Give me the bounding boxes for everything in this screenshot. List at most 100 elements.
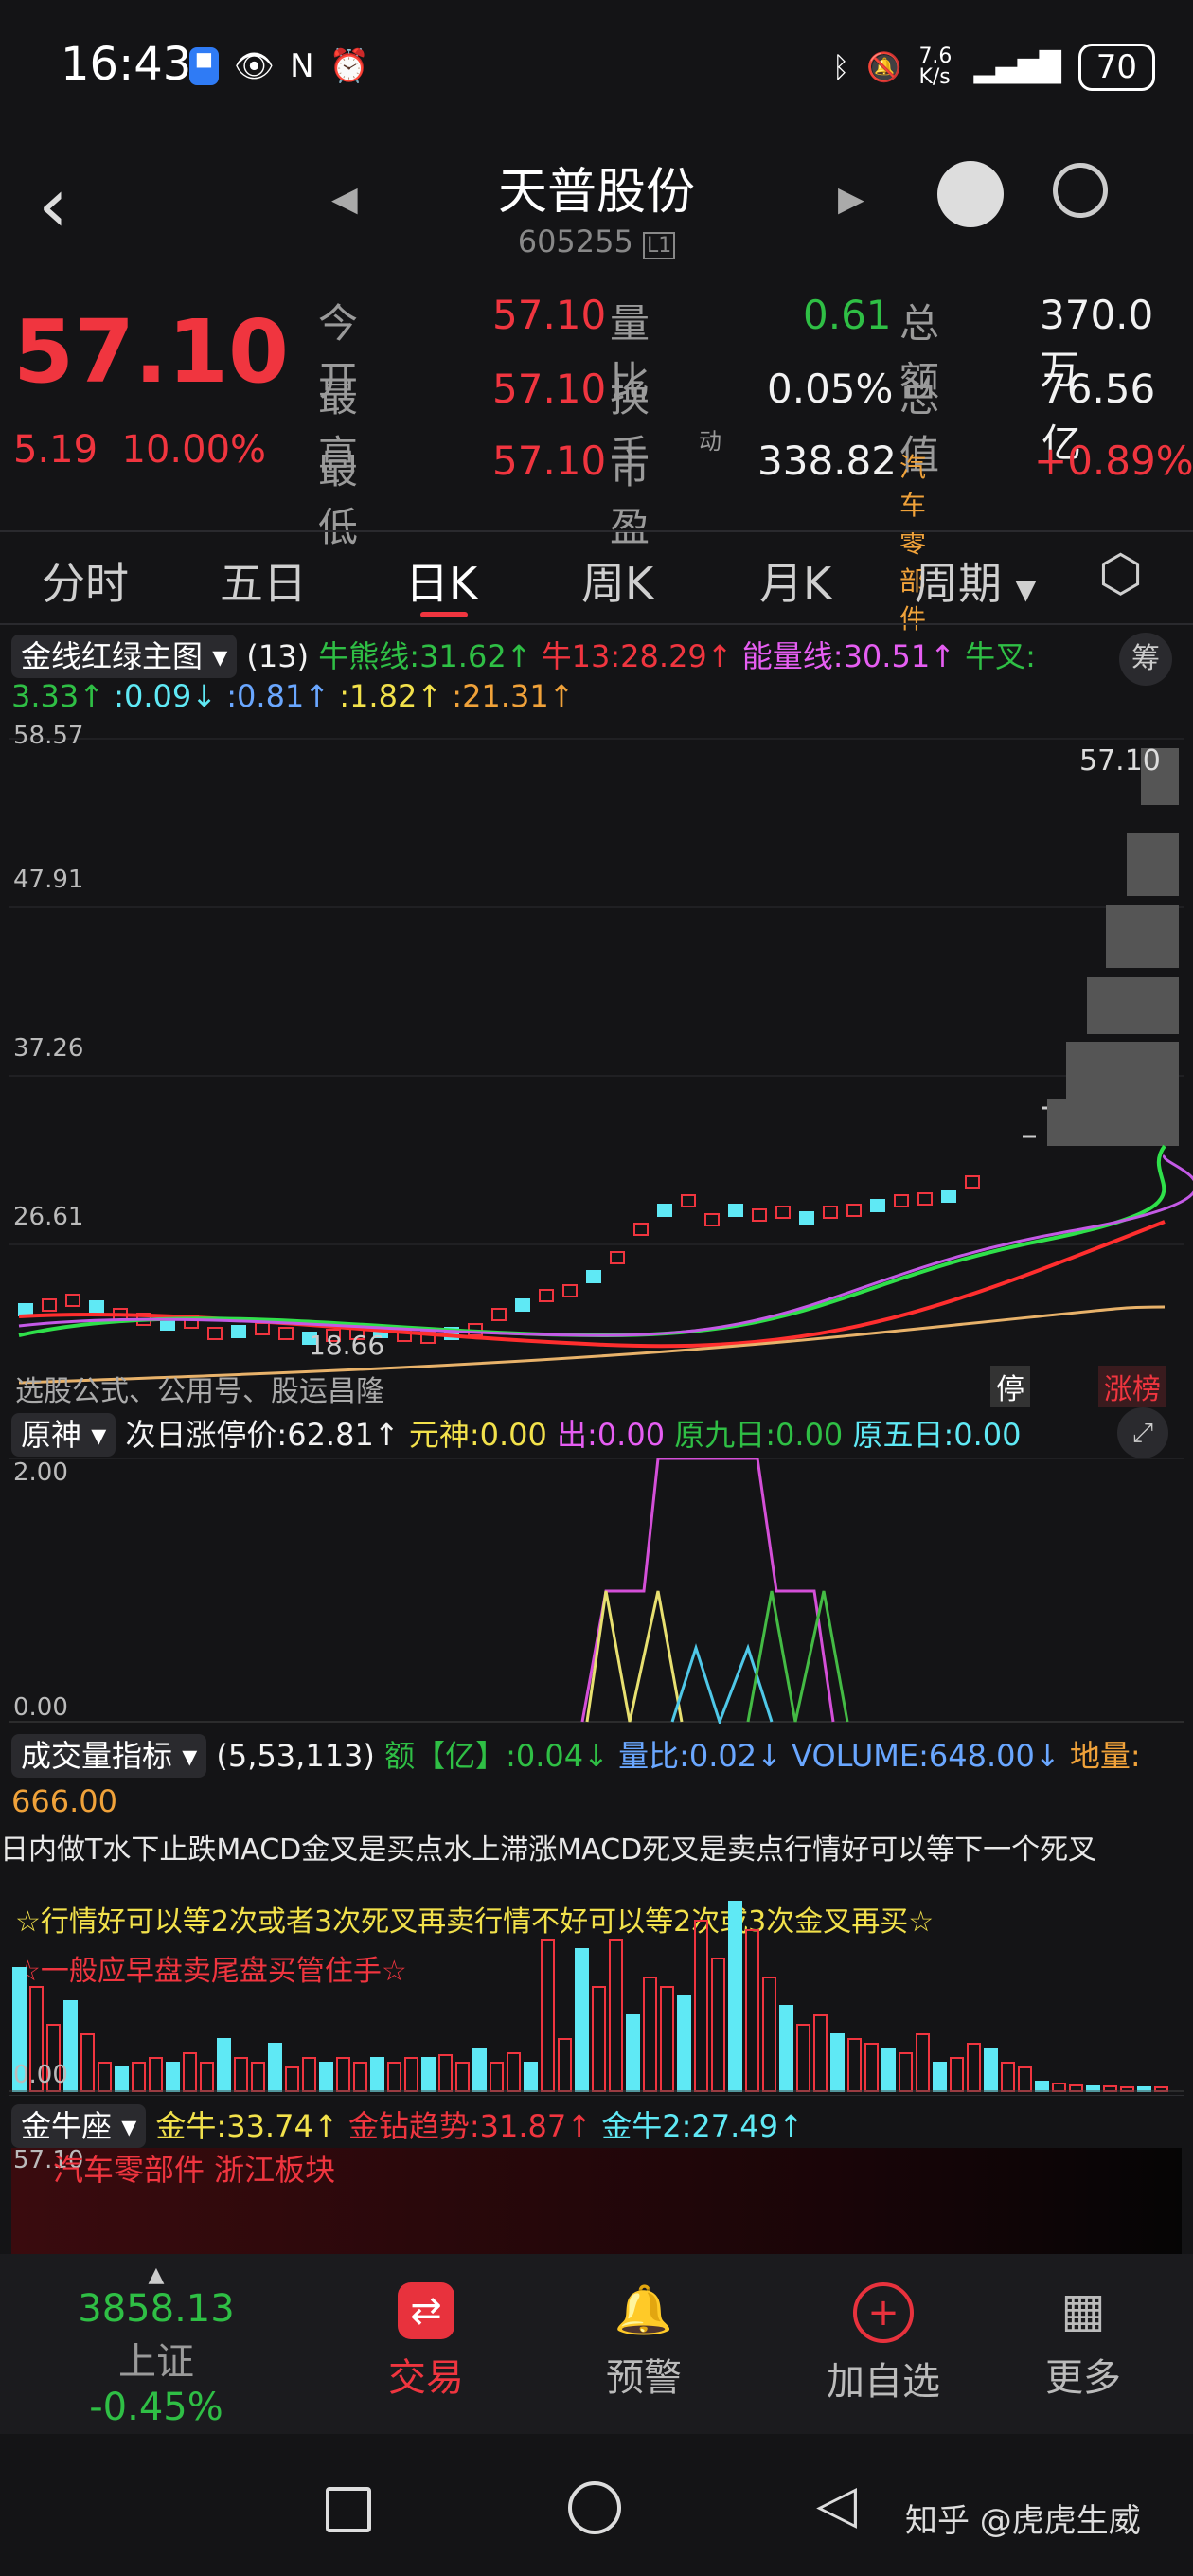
bottom-toolbar: ▲ 3858.13 上证 -0.45% ⇄ 交易 🔔 预警 + 加自选 ▦ 更多 bbox=[0, 2254, 1193, 2434]
system-nav: ◁ 知乎 @虎虎生威 bbox=[0, 2453, 1193, 2576]
add-watchlist-button[interactable]: + 加自选 bbox=[803, 2282, 964, 2406]
trade-button[interactable]: ⇄ 交易 bbox=[369, 2282, 483, 2402]
mute-icon: 🔕 bbox=[866, 50, 902, 84]
value-pe: 338.82 bbox=[757, 438, 897, 484]
kline-chart[interactable] bbox=[0, 729, 1193, 1402]
volume-bar bbox=[1154, 2086, 1168, 2092]
tab-daily-k[interactable]: 日K bbox=[405, 549, 477, 612]
bull-cross: 牛叉: bbox=[965, 638, 1036, 674]
bull-bear-line: 牛熊线:31.62↑ bbox=[318, 638, 532, 674]
volume-bar bbox=[1086, 2085, 1100, 2092]
last-price-label: 57.10 bbox=[1079, 744, 1161, 778]
tab-period[interactable]: 周期 ▼ bbox=[915, 549, 1036, 612]
tab-weekly-k[interactable]: 周K bbox=[581, 549, 653, 612]
volume-bar bbox=[524, 2062, 538, 2092]
volume-bar bbox=[421, 2057, 436, 2092]
volume-bar bbox=[950, 2057, 964, 2092]
alert-button[interactable]: 🔔 预警 bbox=[587, 2282, 701, 2402]
candle bbox=[18, 1303, 33, 1316]
robot-assistant-icon[interactable] bbox=[937, 161, 1004, 227]
volume-bar bbox=[387, 2062, 401, 2092]
low-price-label: 18.66 bbox=[309, 1330, 385, 1361]
ind4-name: 金牛座 bbox=[21, 2108, 113, 2144]
ind2-out: 出:0.00 bbox=[557, 1417, 666, 1453]
signal-icon: ▂▄▆█ bbox=[973, 50, 1061, 84]
candle bbox=[586, 1270, 601, 1283]
ind3-volume: VOLUME:648.00↓ bbox=[792, 1738, 1060, 1774]
index-ticker[interactable]: ▲ 3858.13 上证 -0.45% bbox=[47, 2263, 265, 2429]
volume-bar bbox=[80, 2033, 95, 2092]
stock-header: ‹ ◀ 天普股份 605255 L1 ▶ bbox=[0, 142, 1193, 275]
bull13: 牛13:28.29↑ bbox=[541, 638, 733, 674]
ind3-name: 成交量指标 bbox=[21, 1738, 173, 1774]
candle bbox=[846, 1204, 862, 1217]
volume-bar bbox=[166, 2062, 180, 2092]
level-badge: L1 bbox=[643, 232, 676, 259]
candle bbox=[894, 1194, 909, 1208]
ind4-select[interactable]: 金牛座 ▾ bbox=[11, 2104, 147, 2148]
volume-bar bbox=[353, 2062, 367, 2092]
volume-bar bbox=[319, 2062, 333, 2092]
ind3-amount: 额【亿】:0.04↓ bbox=[384, 1738, 609, 1774]
ind4-jinniu2: 金牛2:27.49↑ bbox=[601, 2108, 804, 2144]
ind3-low-vol: 地量: bbox=[1069, 1738, 1141, 1774]
volume-bar bbox=[285, 2066, 299, 2092]
volume-bar bbox=[183, 2052, 197, 2092]
alarm-icon: ⏰ bbox=[329, 47, 369, 85]
chip-distribution-button[interactable]: 筹 bbox=[1119, 633, 1172, 686]
volume-bar bbox=[1137, 2086, 1151, 2092]
volume-bar bbox=[779, 2005, 793, 2092]
search-icon[interactable] bbox=[1053, 163, 1108, 218]
expand-icon[interactable]: ⤢ bbox=[1117, 1407, 1168, 1458]
ind-val-3: :0.81↑ bbox=[226, 678, 330, 714]
candle bbox=[255, 1322, 270, 1335]
tab-5day[interactable]: 五日 bbox=[220, 549, 307, 612]
back-nav-icon[interactable]: ◁ bbox=[816, 2474, 857, 2535]
candle bbox=[728, 1204, 743, 1217]
volume-bar bbox=[217, 2038, 231, 2092]
candle bbox=[752, 1208, 767, 1222]
next-stock-icon[interactable]: ▶ bbox=[838, 180, 864, 219]
tab-monthly-k[interactable]: 月K bbox=[759, 549, 831, 612]
volume-bar bbox=[1018, 2066, 1032, 2092]
volume-bar bbox=[132, 2062, 146, 2092]
volume-bar bbox=[762, 1977, 776, 2092]
volume-bar bbox=[404, 2057, 418, 2092]
candle bbox=[657, 1204, 672, 1217]
volume-bar bbox=[98, 2062, 112, 2092]
candle bbox=[42, 1298, 57, 1312]
candle bbox=[917, 1192, 933, 1206]
volume-bar bbox=[558, 2038, 572, 2092]
volume-bar bbox=[370, 2057, 384, 2092]
current-price: 57.10 bbox=[13, 301, 290, 402]
candle bbox=[207, 1327, 223, 1340]
note-1: 日内做T水下止跌MACD金叉是买点水上滞涨MACD死叉是卖点行情好可以等下一个死… bbox=[0, 1834, 1097, 1867]
rank-tag[interactable]: 涨榜 bbox=[1098, 1366, 1166, 1407]
volume-chart bbox=[9, 1901, 1184, 2092]
home-icon[interactable] bbox=[568, 2481, 621, 2534]
price-axis-3: 37.26 bbox=[13, 1034, 84, 1063]
ind4-jinniu: 金牛:33.74↑ bbox=[155, 2108, 339, 2144]
volume-bar bbox=[251, 2062, 265, 2092]
candle bbox=[681, 1194, 696, 1208]
volume-bar bbox=[1001, 2062, 1015, 2092]
tab-timeshare[interactable]: 分时 bbox=[42, 549, 129, 612]
main-indicator-select[interactable]: 金线红绿主图 ▾ bbox=[11, 635, 238, 678]
trade-label: 交易 bbox=[388, 2356, 464, 2400]
app-icon: ■ bbox=[189, 47, 219, 85]
status-icons: ■ 👁 Ν ⏰ bbox=[189, 47, 369, 85]
candle bbox=[965, 1175, 980, 1189]
index-value: 3858.13 bbox=[78, 2287, 235, 2331]
price-axis-1: 58.57 bbox=[13, 722, 84, 750]
more-button[interactable]: ▦ 更多 bbox=[1026, 2282, 1140, 2402]
ind2-name: 原神 bbox=[21, 1417, 82, 1453]
settings-hex-icon[interactable]: ⬡ bbox=[1098, 544, 1143, 603]
ind2-select[interactable]: 原神 ▾ bbox=[11, 1413, 116, 1457]
bell-icon: 🔔 bbox=[614, 2282, 674, 2337]
ind3-select[interactable]: 成交量指标 ▾ bbox=[11, 1734, 207, 1778]
index-name: 上证 bbox=[118, 2340, 194, 2384]
ind3-low-vol-value: 666.00 bbox=[11, 1783, 117, 1819]
recent-apps-icon[interactable] bbox=[326, 2487, 371, 2532]
more-label: 更多 bbox=[1045, 2356, 1121, 2400]
pe-dynamic-mark: 动 bbox=[699, 428, 721, 455]
